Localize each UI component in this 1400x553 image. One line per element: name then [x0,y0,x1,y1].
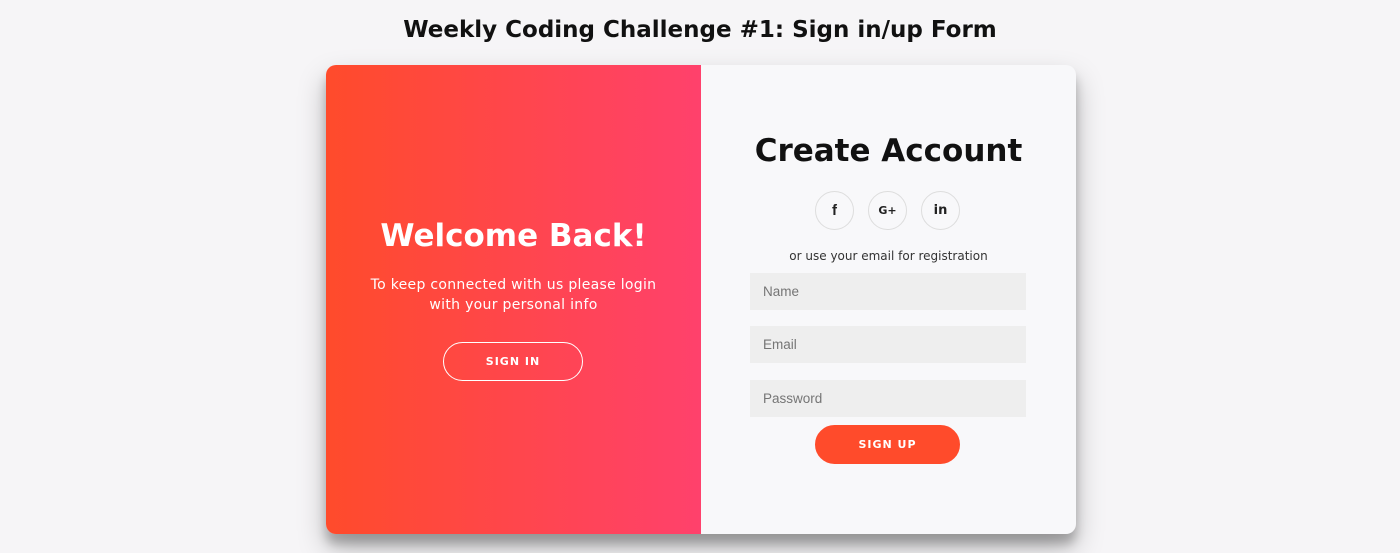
registration-hint: or use your email for registration [789,249,988,263]
email-field[interactable] [750,326,1026,363]
welcome-text: To keep connected with us please login w… [370,277,657,313]
auth-card: Welcome Back! To keep connected with us … [326,65,1076,534]
page-title: Weekly Coding Challenge #1: Sign in/up F… [403,17,997,43]
welcome-overlay-panel: Welcome Back! To keep connected with us … [326,65,701,534]
facebook-icon[interactable]: f [815,191,854,230]
google-plus-glyph: G+ [878,204,897,217]
facebook-glyph: f [832,202,837,219]
sign-in-button[interactable]: Sign In [443,342,583,381]
password-field[interactable] [750,380,1026,417]
linkedin-glyph: in [933,203,948,218]
google-plus-icon[interactable]: G+ [868,191,907,230]
sign-up-button[interactable]: Sign Up [815,425,960,464]
create-account-title: Create Account [754,133,1023,169]
linkedin-icon[interactable]: in [921,191,960,230]
sign-up-form: Create Account f G+ in or use your email… [701,65,1076,534]
name-field[interactable] [750,273,1026,310]
welcome-title: Welcome Back! [380,218,647,254]
